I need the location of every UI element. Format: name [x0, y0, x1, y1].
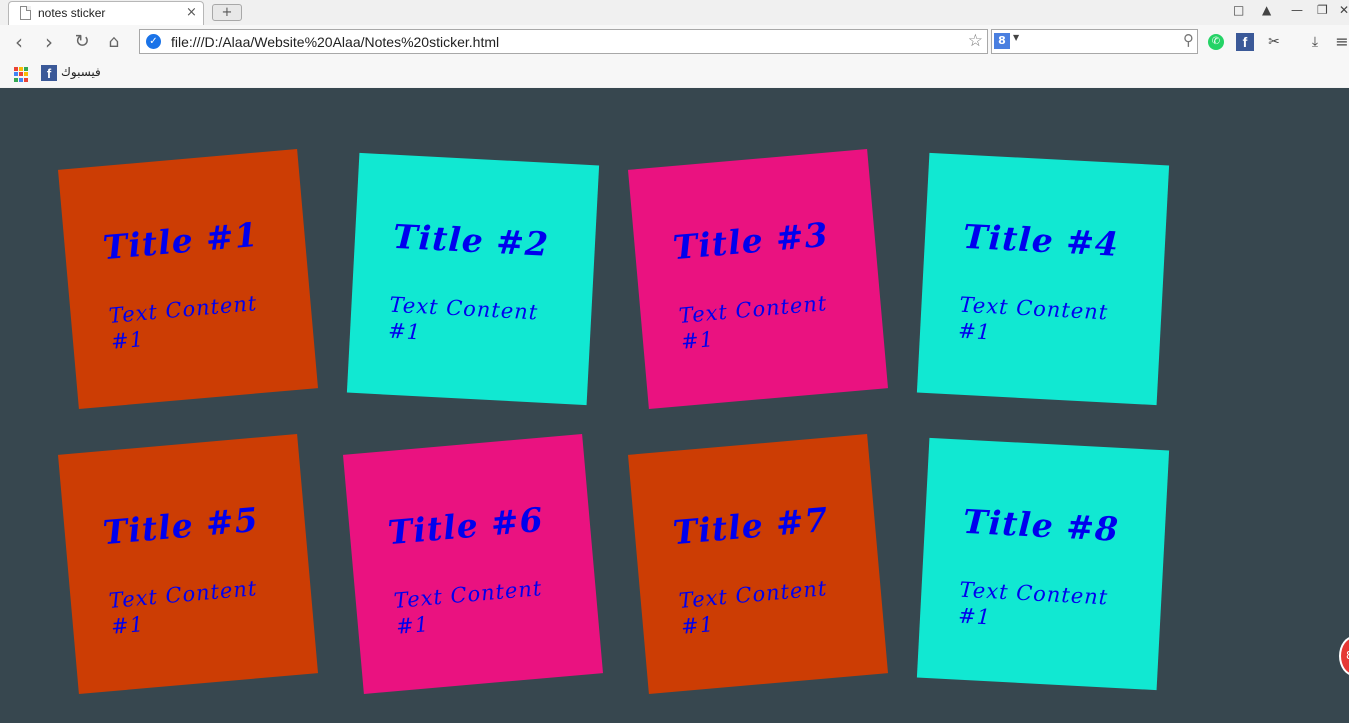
new-tab-button[interactable]: +	[212, 4, 242, 21]
note-title: Title #3	[671, 214, 831, 268]
bookmarks-bar: f فيسبوك	[0, 60, 1349, 87]
note-title: Title #8	[962, 501, 1120, 549]
home-icon[interactable]: ⌂	[102, 30, 126, 54]
page-icon	[20, 6, 31, 20]
toolbar: ‹ › ↻ ⌂ ✓ file:///D:/Alaa/Website%20Alaa…	[0, 25, 1349, 60]
sticky-note[interactable]: Title #7 Text Content #1	[627, 433, 889, 695]
facebook-bookmark-icon[interactable]: f	[41, 65, 57, 81]
note-content: Text Content #1	[677, 291, 829, 354]
download-icon[interactable]: ⤓	[1305, 32, 1325, 52]
sticky-note[interactable]: Title #5 Text Content #1	[57, 433, 319, 695]
close-window-icon[interactable]: ✕	[1339, 3, 1349, 17]
restore-icon[interactable]: ❐	[1317, 3, 1328, 17]
note-content: Text Content #1	[387, 292, 539, 345]
url-text: file:///D:/Alaa/Website%20Alaa/Notes%20s…	[171, 34, 500, 50]
search-icon[interactable]: ⚲	[1183, 31, 1194, 49]
reload-icon[interactable]: ↻	[70, 30, 94, 54]
menu-icon[interactable]: ≡	[1332, 32, 1349, 52]
whatsapp-icon[interactable]: ✆	[1208, 34, 1224, 50]
apps-icon[interactable]	[14, 67, 29, 82]
minimize-icon[interactable]: —	[1291, 3, 1303, 17]
chevron-down-icon[interactable]: ▼	[1013, 33, 1019, 42]
sticky-note[interactable]: Title #4 Text Content #1	[916, 152, 1170, 406]
address-bar[interactable]: ✓ file:///D:/Alaa/Website%20Alaa/Notes%2…	[139, 29, 988, 54]
note-content: Text Content #1	[957, 292, 1109, 345]
sticky-note[interactable]: Title #1 Text Content #1	[57, 148, 319, 410]
extension-icon[interactable]: ▲	[1262, 3, 1271, 17]
note-content: Text Content #1	[392, 576, 544, 639]
secure-icon: ✓	[146, 34, 161, 49]
bookmark-facebook[interactable]: فيسبوك	[61, 65, 101, 79]
back-icon[interactable]: ‹	[7, 30, 31, 54]
note-title: Title #1	[101, 214, 261, 268]
note-title: Title #7	[671, 499, 831, 553]
sticky-note[interactable]: Title #6 Text Content #1	[342, 433, 604, 695]
note-title: Title #2	[392, 216, 550, 264]
note-title: Title #4	[962, 216, 1120, 264]
tab-strip: notes sticker × + □ ▲ — ❐ ✕	[0, 0, 1349, 25]
scissors-icon[interactable]: ✂	[1264, 32, 1284, 52]
sticky-note[interactable]: Title #2 Text Content #1	[346, 152, 600, 406]
note-title: Title #5	[101, 499, 261, 553]
note-content: Text Content #1	[107, 576, 259, 639]
profile-icon[interactable]: □	[1233, 3, 1244, 17]
sticky-note[interactable]: Title #3 Text Content #1	[627, 148, 889, 410]
notes-page: Title #1 Text Content #1 Title #2 Text C…	[0, 88, 1349, 723]
note-content: Text Content #1	[957, 577, 1109, 630]
search-box[interactable]: 8 ▼ ⚲	[991, 29, 1198, 54]
tab-title: notes sticker	[38, 6, 106, 20]
search-engine-icon[interactable]: 8	[994, 33, 1010, 49]
note-content: Text Content #1	[677, 576, 829, 639]
tab-close-icon[interactable]: ×	[186, 5, 197, 20]
sticky-note[interactable]: Title #8 Text Content #1	[916, 437, 1170, 691]
note-title: Title #6	[386, 499, 546, 553]
forward-icon[interactable]: ›	[37, 30, 61, 54]
browser-chrome: notes sticker × + □ ▲ — ❐ ✕ ‹ › ↻ ⌂ ✓ fi…	[0, 0, 1349, 89]
tab-notes-sticker[interactable]: notes sticker ×	[8, 1, 204, 25]
facebook-icon[interactable]: f	[1236, 33, 1254, 51]
star-icon[interactable]: ☆	[968, 31, 983, 51]
note-content: Text Content #1	[107, 291, 259, 354]
